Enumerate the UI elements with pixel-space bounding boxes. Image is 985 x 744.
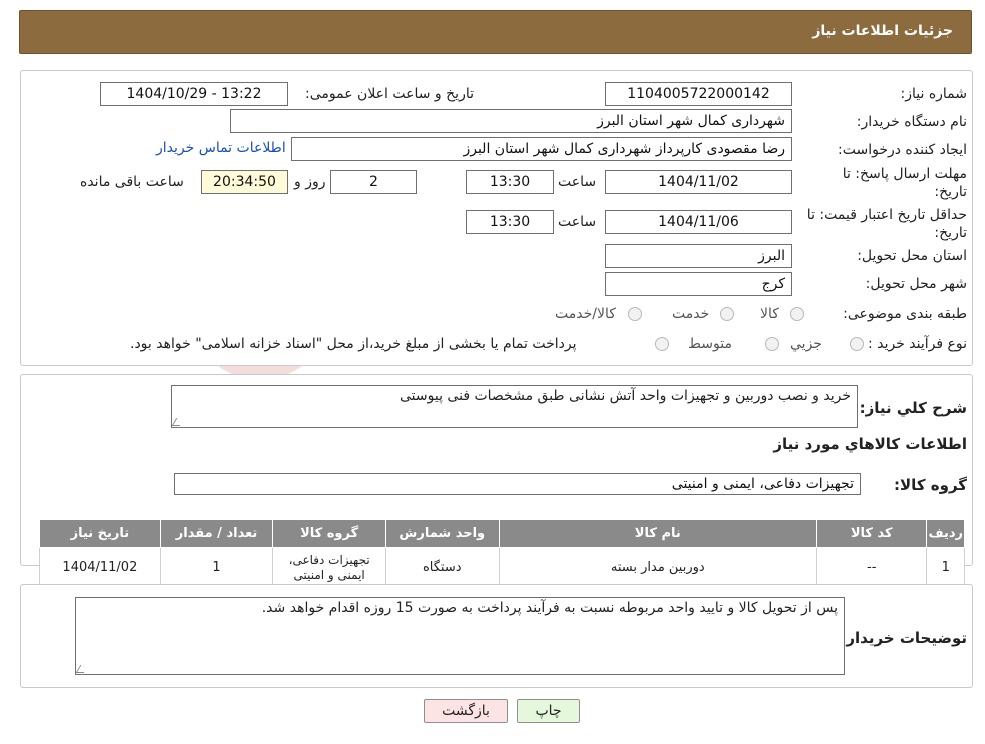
process-radio-medium[interactable] [765, 337, 779, 351]
summary-text: خرید و نصب دوربین و تجهیزات واحد آتش نشا… [400, 388, 851, 404]
announce-label: تاریخ و ساعت اعلان عمومی: [305, 86, 474, 102]
deadline-time-field[interactable]: 13:30 [466, 170, 554, 194]
summary-label: شرح کلي نياز: [859, 399, 967, 417]
buyer-label: نام دستگاه خریدار: [856, 114, 967, 130]
process-label: نوع فرآیند خرید : [868, 336, 967, 352]
validity-label-2: تاریخ: [934, 225, 967, 241]
cell-need-date: 1404/11/02 [39, 547, 161, 588]
col-header-name: نام کالا [498, 519, 817, 548]
process-checkbox-treasury[interactable] [655, 337, 669, 351]
days-label: روز و [294, 174, 326, 190]
category-radio-both[interactable] [628, 307, 642, 321]
print-button[interactable]: چاپ [517, 699, 580, 723]
deadline-date-field[interactable]: 1404/11/02 [605, 170, 792, 194]
col-header-row-number: رديف [926, 519, 965, 548]
category-option-service: خدمت [672, 306, 710, 322]
process-radio-minor[interactable] [850, 337, 864, 351]
deadline-time-label: ساعت [558, 174, 597, 190]
category-option-both: کالا/خدمت [555, 306, 616, 322]
process-note: پرداخت تمام یا بخشی از مبلغ خرید،از محل … [130, 336, 577, 352]
remaining-label: ساعت باقی مانده [80, 174, 184, 190]
table-header-row: رديف کد کالا نام کالا واحد شمارش گروه کا… [39, 519, 965, 548]
page-title: جزئیات اطلاعات نیاز [812, 23, 953, 39]
province-field[interactable]: البرز [605, 244, 792, 268]
buyer-field[interactable]: شهرداری کمال شهر استان البرز [230, 109, 792, 133]
announce-field[interactable]: 1404/10/29 - 13:22 [100, 82, 288, 106]
creator-field[interactable]: رضا مقصودی کارپرداز شهرداری کمال شهر است… [291, 137, 792, 161]
cell-unit: دستگاه [384, 547, 500, 588]
deadline-label: مهلت ارسال پاسخ: تا [842, 166, 967, 182]
buyer-contact-link[interactable]: اطلاعات تماس خریدار [156, 140, 286, 156]
buyer-notes-text: پس از تحویل کالا و تایید واحد مربوطه نسب… [261, 600, 838, 616]
validity-date-field[interactable]: 1404/11/06 [605, 210, 792, 234]
items-table: رديف کد کالا نام کالا واحد شمارش گروه کا… [39, 519, 965, 588]
back-button[interactable]: بازگشت [424, 699, 508, 723]
cell-code: -- [815, 547, 928, 588]
remaining-time-field: 20:34:50 [201, 170, 288, 194]
cell-quantity: 1 [159, 547, 274, 588]
process-option-minor: جزیي [790, 336, 822, 352]
col-header-group: گروه کالا [272, 519, 386, 548]
table-row[interactable]: 1 -- دوربین مدار بسته دستگاه تجهیزات دفا… [39, 547, 965, 588]
validity-label: حداقل تاریخ اعتبار قیمت: تا [806, 207, 967, 223]
deadline-label-2: تاریخ: [934, 184, 967, 200]
creator-label: ایجاد کننده درخواست: [838, 142, 967, 158]
goods-section-title: اطلاعات کالاهاي مورد نياز [773, 435, 967, 453]
col-header-quantity: تعداد / مقدار [159, 519, 274, 548]
goods-group-label: گروه کالا: [894, 476, 967, 494]
cell-group: تجهیزات دفاعی، ایمنی و امنیتی [272, 547, 386, 588]
resize-handle-icon[interactable] [171, 418, 185, 426]
city-field[interactable]: کرج [605, 272, 792, 296]
process-option-medium: متوسط [688, 336, 732, 352]
page-header: جزئیات اطلاعات نیاز [19, 10, 972, 54]
cell-row-number: 1 [926, 547, 965, 588]
validity-time-field[interactable]: 13:30 [466, 210, 554, 234]
need-number-field[interactable]: 1104005722000142 [605, 82, 792, 106]
col-header-code: کد کالا [815, 519, 928, 548]
days-field[interactable]: 2 [330, 170, 417, 194]
need-number-label: شماره نیاز: [900, 86, 968, 102]
col-header-need-date: تاریخ نیاز [39, 519, 161, 548]
category-radio-service[interactable] [720, 307, 734, 321]
validity-time-label: ساعت [558, 214, 597, 230]
col-header-unit: واحد شمارش [384, 519, 500, 548]
city-label: شهر محل تحویل: [865, 276, 967, 292]
province-label: استان محل تحویل: [857, 248, 967, 264]
buyer-notes-textarea[interactable]: پس از تحویل کالا و تایید واحد مربوطه نسب… [75, 597, 845, 675]
category-label: طبقه بندی موضوعی: [843, 306, 967, 322]
category-option-goods: کالا [760, 306, 779, 322]
goods-group-field[interactable]: تجهیزات دفاعی، ایمنی و امنیتی [174, 473, 861, 495]
category-radio-goods[interactable] [790, 307, 804, 321]
cell-name: دوربین مدار بسته [498, 547, 817, 588]
buyer-notes-label: توضیحات خریدار: [840, 629, 967, 647]
summary-textarea[interactable]: خرید و نصب دوربین و تجهیزات واحد آتش نشا… [171, 385, 858, 428]
resize-handle-icon[interactable] [75, 665, 89, 673]
